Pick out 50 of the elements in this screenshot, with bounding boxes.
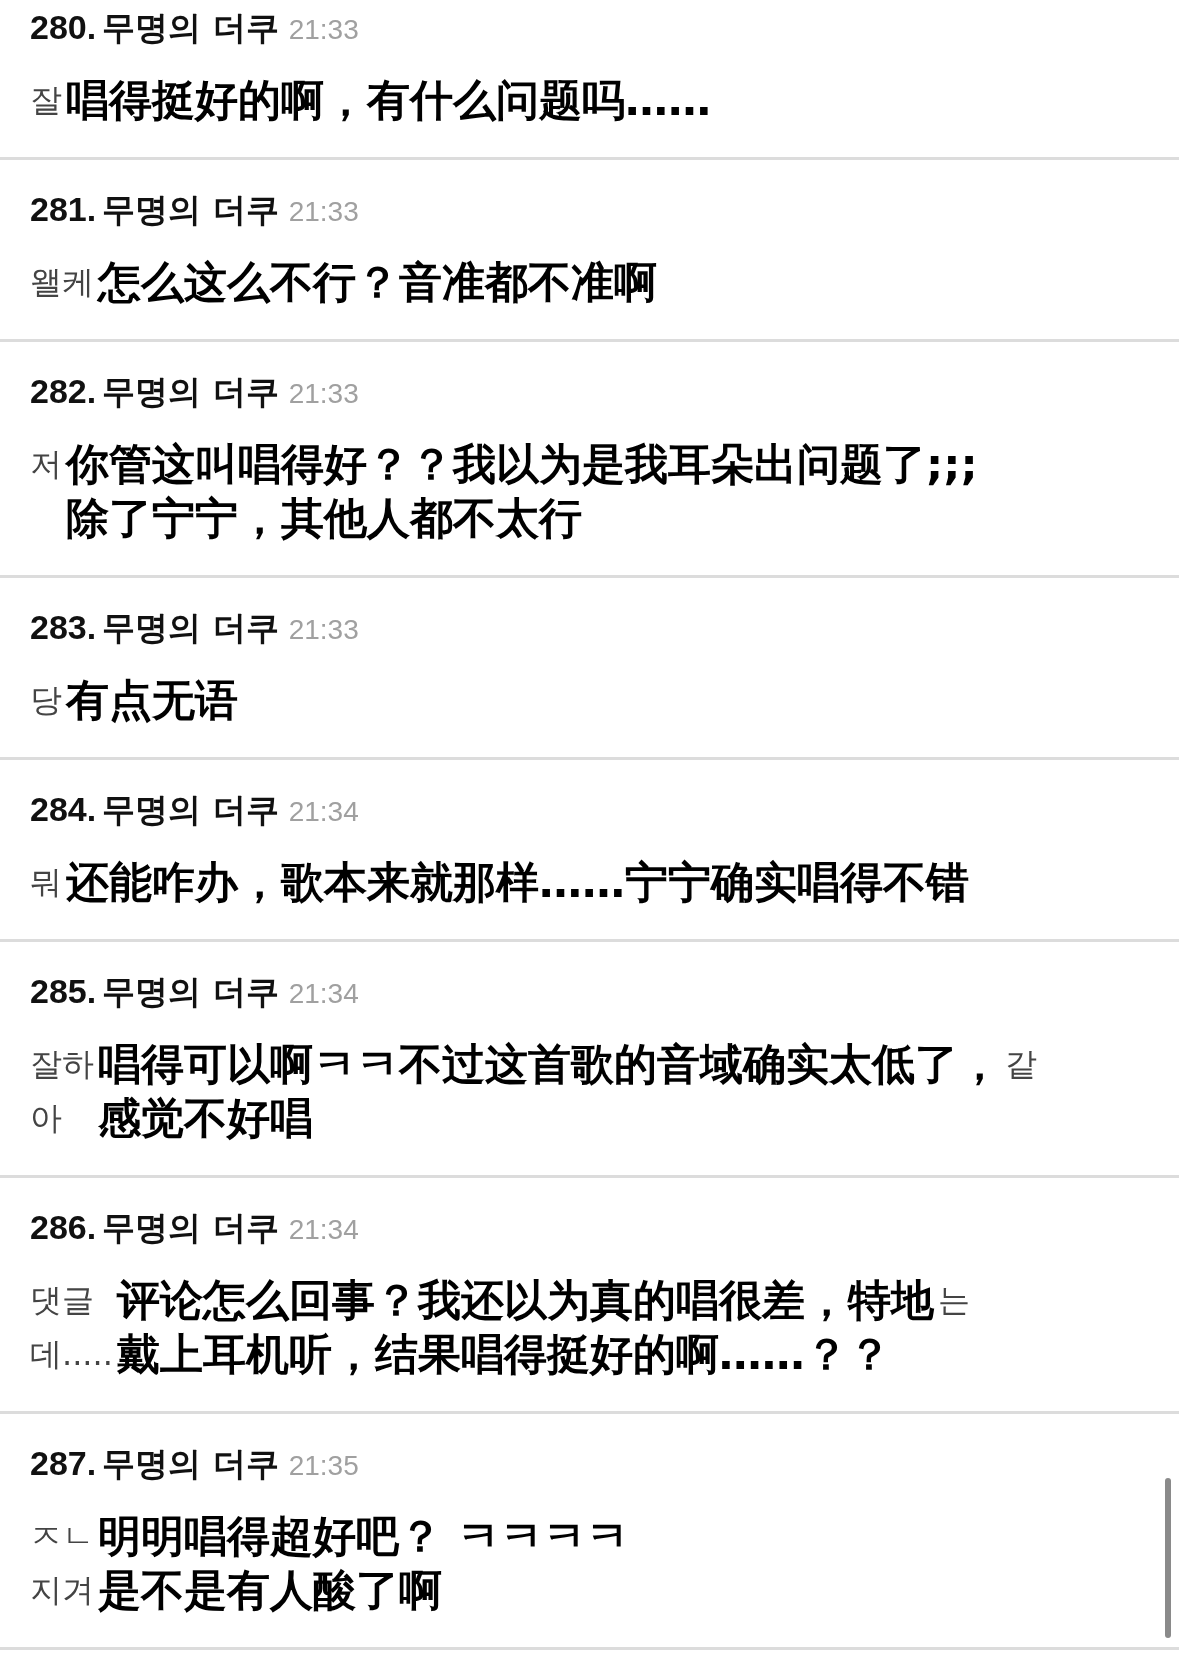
original-text: 왤케 — [30, 262, 94, 303]
translation-text: 你管这叫唱得好？？我以为是我耳朵出问题了;;; — [66, 438, 978, 491]
author-name: 무명의 더쿠 — [102, 189, 279, 231]
comment-number: 286. — [30, 1208, 97, 1247]
comment-time: 21:35 — [288, 1450, 359, 1482]
author-name: 무명의 더쿠 — [102, 1443, 279, 1485]
comment-time: 21:34 — [288, 978, 359, 1010]
original-text: 아 — [30, 1098, 63, 1139]
translation-text: 唱得可以啊ㅋㅋ不过这首歌的音域确实太低了， — [98, 1038, 1001, 1091]
original-text: 저 — [30, 444, 62, 485]
original-text: 같 — [1005, 1044, 1037, 1085]
translation-text: 怎么这么不行？音准都不准啊 — [98, 256, 657, 309]
comment-time: 21:33 — [288, 378, 359, 410]
comment-number: 284. — [30, 790, 97, 829]
author-name: 무명의 더쿠 — [102, 371, 279, 413]
comment-number: 283. — [30, 608, 97, 647]
translation-text: 除了宁宁，其他人都不太行 — [66, 492, 583, 545]
translation-text: 有点无语 — [66, 674, 238, 727]
original-text: 뭐 — [30, 862, 62, 903]
author-name: 무명의 더쿠 — [102, 971, 279, 1013]
translation-text: 明明唱得超好吧？ ㅋㅋㅋㅋ — [98, 1510, 629, 1563]
comment-number: 280. — [30, 8, 97, 47]
original-text: 댓글 — [30, 1280, 95, 1321]
author-name: 무명의 더쿠 — [102, 7, 279, 49]
comment-time: 21:33 — [288, 14, 359, 46]
original-text: ㅈㄴ — [30, 1516, 94, 1557]
original-text: 데..... — [30, 1334, 113, 1375]
original-text: 지겨 — [30, 1570, 94, 1611]
comment-number: 285. — [30, 972, 97, 1011]
original-text: 당 — [30, 680, 62, 721]
author-name: 무명의 더쿠 — [102, 607, 279, 649]
author-name: 무명의 더쿠 — [102, 1207, 279, 1249]
translation-text: 戴上耳机听，结果唱得挺好的啊……？？ — [116, 1328, 892, 1381]
comment-time: 21:33 — [288, 614, 359, 646]
original-text: 는 — [937, 1280, 970, 1321]
translation-text: 还能咋办，歌本来就那样……宁宁确实唱得不错 — [66, 856, 969, 909]
comment-number: 282. — [30, 372, 97, 411]
comment-time: 21:34 — [288, 796, 359, 828]
translation-text: 唱得挺好的啊，有什么问题吗…… — [66, 74, 711, 127]
author-name: 무명의 더쿠 — [102, 789, 279, 831]
comment-number: 287. — [30, 1444, 97, 1483]
comment-number: 281. — [30, 190, 97, 229]
translation-text: 感觉不好唱 — [98, 1092, 314, 1145]
scrollbar[interactable] — [1165, 1478, 1171, 1638]
original-text: 잘하 — [30, 1044, 94, 1085]
translation-text: 评论怎么回事？我还以为真的唱很差，特地 — [116, 1274, 934, 1327]
original-text: 잘 — [30, 80, 62, 121]
comment-time: 21:34 — [288, 1214, 359, 1246]
comment-time: 21:33 — [288, 196, 359, 228]
translation-text: 是不是有人酸了啊 — [98, 1564, 443, 1617]
